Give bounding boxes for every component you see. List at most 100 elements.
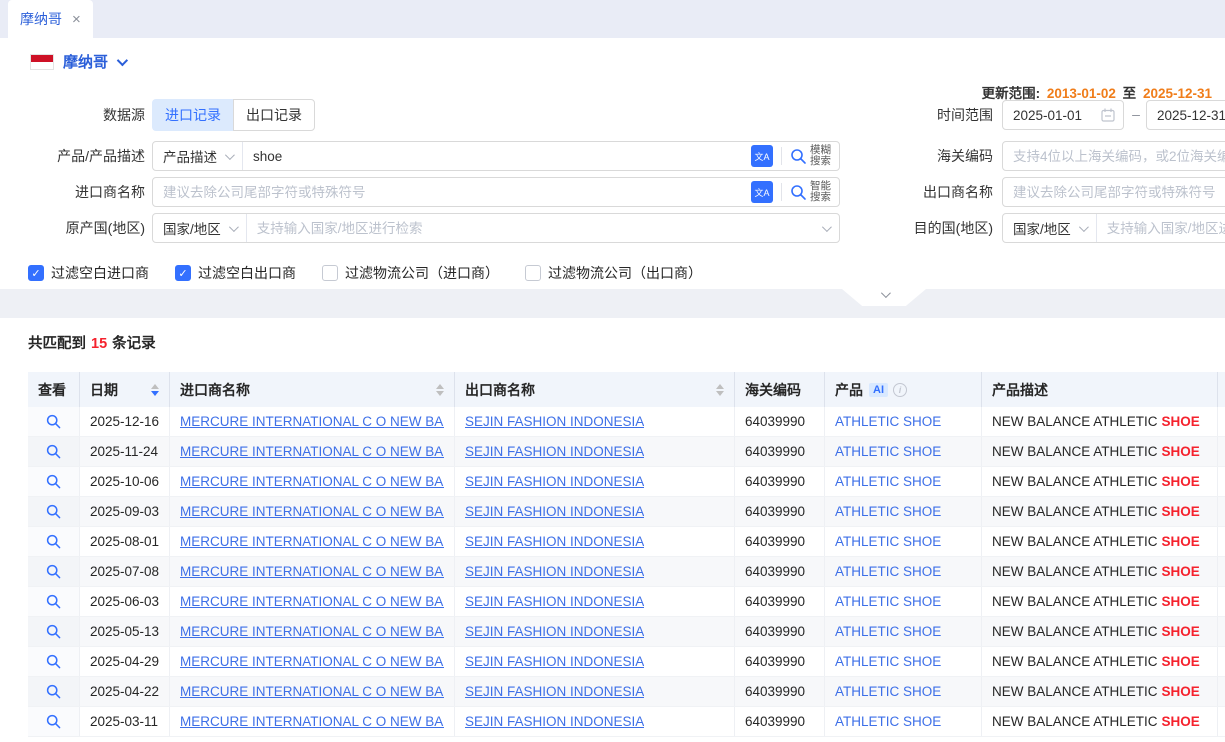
divider bbox=[781, 183, 782, 201]
importer-link[interactable]: MERCURE INTERNATIONAL C O NEW BALA... bbox=[180, 714, 444, 729]
view-record-button[interactable] bbox=[28, 527, 80, 556]
product-link[interactable]: ATHLETIC SHOE bbox=[835, 654, 941, 669]
search-highlight: SHOE bbox=[1162, 474, 1200, 489]
product-link[interactable]: ATHLETIC SHOE bbox=[835, 414, 941, 429]
product-link[interactable]: ATHLETIC SHOE bbox=[835, 474, 941, 489]
header-exporter[interactable]: 出口商名称 bbox=[455, 372, 735, 407]
view-record-button[interactable] bbox=[28, 707, 80, 736]
product-link[interactable]: ATHLETIC SHOE bbox=[835, 624, 941, 639]
fuzzy-search-button[interactable]: 模糊 搜索 bbox=[790, 145, 839, 167]
exporter-link[interactable]: SEJIN FASHION INDONESIA bbox=[465, 594, 644, 609]
date-end-input[interactable] bbox=[1147, 101, 1225, 129]
view-record-button[interactable] bbox=[28, 587, 80, 616]
translate-icon[interactable]: 文A bbox=[751, 181, 773, 203]
importer-link[interactable]: MERCURE INTERNATIONAL C O NEW BALA... bbox=[180, 534, 444, 549]
search-highlight: SHOE bbox=[1162, 624, 1200, 639]
product-link[interactable]: ATHLETIC SHOE bbox=[835, 564, 941, 579]
sort-exporter-control[interactable] bbox=[716, 384, 724, 396]
sort-asc-icon[interactable] bbox=[436, 384, 444, 389]
sliver-cell bbox=[1218, 437, 1225, 466]
exporter-cell: SEJIN FASHION INDONESIA bbox=[455, 407, 735, 436]
exporter-link[interactable]: SEJIN FASHION INDONESIA bbox=[465, 684, 644, 699]
header-date[interactable]: 日期 bbox=[80, 372, 170, 407]
view-record-button[interactable] bbox=[28, 557, 80, 586]
view-record-button[interactable] bbox=[28, 617, 80, 646]
close-icon[interactable]: × bbox=[72, 11, 81, 28]
exporter-link[interactable]: SEJIN FASHION INDONESIA bbox=[465, 654, 644, 669]
sort-asc-icon[interactable] bbox=[151, 384, 159, 389]
smart-search-button[interactable]: 智能 搜索 bbox=[790, 181, 839, 203]
importer-link[interactable]: MERCURE INTERNATIONAL C O NEW BALA... bbox=[180, 474, 444, 489]
exporter-link[interactable]: SEJIN FASHION INDONESIA bbox=[465, 564, 644, 579]
search-highlight: SHOE bbox=[1162, 564, 1200, 579]
product-link[interactable]: ATHLETIC SHOE bbox=[835, 444, 941, 459]
table-row: 2025-06-03 MERCURE INTERNATIONAL C O NEW… bbox=[28, 587, 1225, 617]
exporter-link[interactable]: SEJIN FASHION INDONESIA bbox=[465, 534, 644, 549]
exporter-link[interactable]: SEJIN FASHION INDONESIA bbox=[465, 414, 644, 429]
destination-country-input[interactable] bbox=[1097, 214, 1225, 242]
product-link[interactable]: ATHLETIC SHOE bbox=[835, 594, 941, 609]
chevron-down-icon bbox=[229, 222, 239, 232]
magnifier-icon bbox=[790, 184, 807, 201]
import-records-button[interactable]: 进口记录 bbox=[152, 99, 233, 131]
exporter-link[interactable]: SEJIN FASHION INDONESIA bbox=[465, 474, 644, 489]
importer-link[interactable]: MERCURE INTERNATIONAL C O NEW BALA... bbox=[180, 564, 444, 579]
sort-desc-icon[interactable] bbox=[436, 391, 444, 396]
exporter-link[interactable]: SEJIN FASHION INDONESIA bbox=[465, 504, 644, 519]
view-record-button[interactable] bbox=[28, 407, 80, 436]
date-start-input[interactable] bbox=[1003, 101, 1101, 129]
importer-input[interactable] bbox=[153, 178, 751, 206]
product-search-input[interactable] bbox=[243, 142, 751, 170]
importer-link[interactable]: MERCURE INTERNATIONAL C O NEW BALA... bbox=[180, 444, 444, 459]
exporter-input[interactable] bbox=[1003, 178, 1225, 206]
view-record-button[interactable] bbox=[28, 677, 80, 706]
hs-code-cell: 64039990 bbox=[735, 437, 825, 466]
info-icon[interactable] bbox=[893, 383, 907, 397]
exporter-link[interactable]: SEJIN FASHION INDONESIA bbox=[465, 624, 644, 639]
product-link[interactable]: ATHLETIC SHOE bbox=[835, 534, 941, 549]
date-start-input-wrap bbox=[1002, 100, 1124, 130]
filter-checkbox[interactable]: 过滤空白出口商 bbox=[175, 263, 296, 283]
view-record-button[interactable] bbox=[28, 647, 80, 676]
importer-link[interactable]: MERCURE INTERNATIONAL C O NEW BALA... bbox=[180, 654, 444, 669]
view-record-button[interactable] bbox=[28, 437, 80, 466]
collapse-filters-button[interactable] bbox=[842, 289, 926, 306]
product-type-select[interactable]: 产品描述 bbox=[153, 142, 243, 170]
filter-checkbox[interactable]: 过滤物流公司（进口商） bbox=[322, 263, 499, 283]
header-importer[interactable]: 进口商名称 bbox=[170, 372, 455, 407]
sort-desc-icon[interactable] bbox=[151, 391, 159, 396]
sort-desc-icon[interactable] bbox=[716, 391, 724, 396]
ai-badge: AI bbox=[869, 383, 888, 397]
importer-link[interactable]: MERCURE INTERNATIONAL C O NEW BALA... bbox=[180, 684, 444, 699]
sort-date-control[interactable] bbox=[151, 384, 159, 396]
country-selector[interactable]: 摩纳哥 bbox=[30, 51, 125, 72]
tab-monaco[interactable]: 摩纳哥 × bbox=[8, 0, 93, 38]
translate-icon[interactable]: 文A bbox=[751, 145, 773, 167]
header-hs-code: 海关编码 bbox=[735, 372, 825, 407]
export-records-button[interactable]: 出口记录 bbox=[233, 99, 315, 131]
date-cell: 2025-05-13 bbox=[80, 617, 170, 646]
view-record-button[interactable] bbox=[28, 467, 80, 496]
magnifier-icon bbox=[46, 534, 61, 549]
importer-link[interactable]: MERCURE INTERNATIONAL C O NEW BALA... bbox=[180, 414, 444, 429]
exporter-link[interactable]: SEJIN FASHION INDONESIA bbox=[465, 714, 644, 729]
view-record-button[interactable] bbox=[28, 497, 80, 526]
product-link[interactable]: ATHLETIC SHOE bbox=[835, 504, 941, 519]
importer-link[interactable]: MERCURE INTERNATIONAL C O NEW BALA... bbox=[180, 594, 444, 609]
date-cell: 2025-10-06 bbox=[80, 467, 170, 496]
table-row: 2025-08-01 MERCURE INTERNATIONAL C O NEW… bbox=[28, 527, 1225, 557]
filter-checkbox[interactable]: 过滤空白进口商 bbox=[28, 263, 149, 283]
product-link[interactable]: ATHLETIC SHOE bbox=[835, 684, 941, 699]
sort-importer-control[interactable] bbox=[436, 384, 444, 396]
importer-link[interactable]: MERCURE INTERNATIONAL C O NEW BALA... bbox=[180, 624, 444, 639]
filter-checkbox[interactable]: 过滤物流公司（出口商） bbox=[525, 263, 702, 283]
destination-scope-select[interactable]: 国家/地区 bbox=[1003, 214, 1097, 242]
product-link[interactable]: ATHLETIC SHOE bbox=[835, 714, 941, 729]
importer-link[interactable]: MERCURE INTERNATIONAL C O NEW BALA... bbox=[180, 504, 444, 519]
sort-asc-icon[interactable] bbox=[716, 384, 724, 389]
product-cell: ATHLETIC SHOE bbox=[825, 647, 982, 676]
origin-scope-select[interactable]: 国家/地区 bbox=[153, 214, 247, 242]
origin-country-input[interactable] bbox=[247, 214, 822, 242]
exporter-link[interactable]: SEJIN FASHION INDONESIA bbox=[465, 444, 644, 459]
hs-code-input[interactable] bbox=[1003, 142, 1225, 170]
